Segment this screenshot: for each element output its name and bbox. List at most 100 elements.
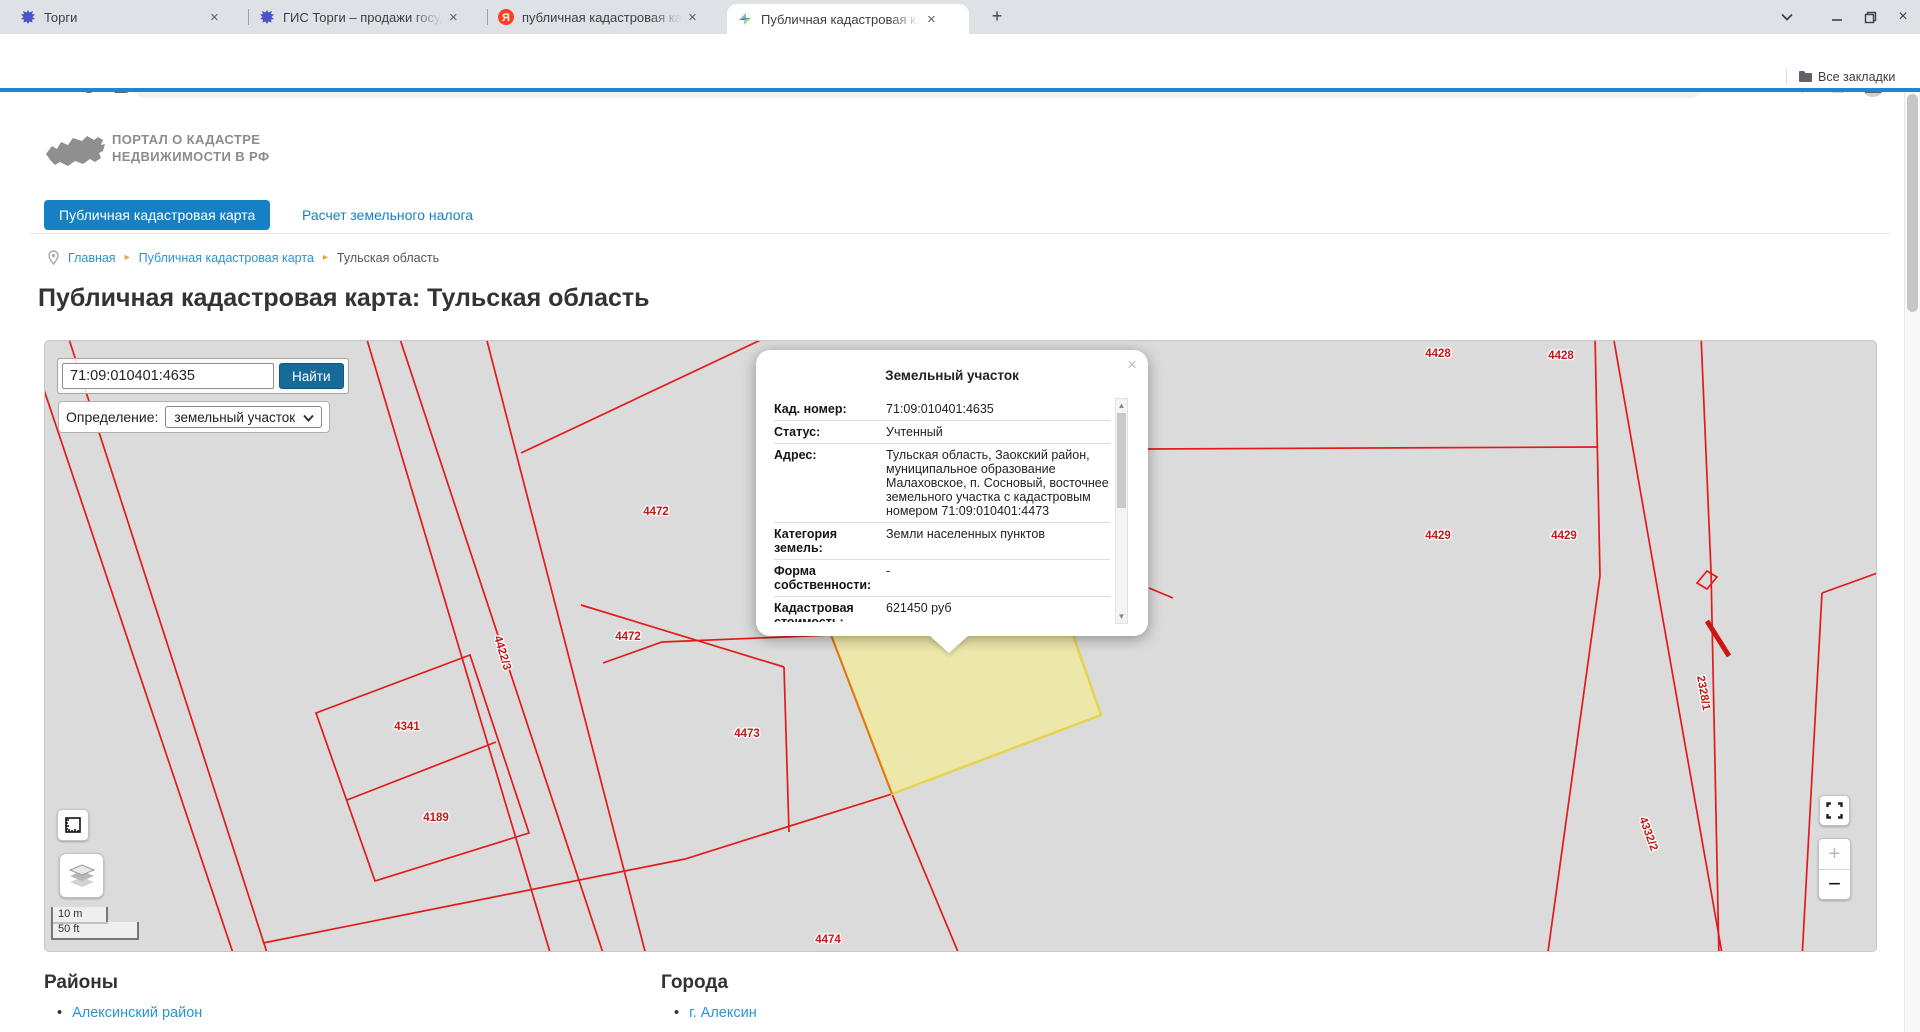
tab-title: публичная кадастровая ка xyxy=(522,9,682,25)
zoom-in-button[interactable]: + xyxy=(1819,839,1850,869)
tab-search-chevron-icon[interactable] xyxy=(1772,0,1802,34)
tab-gis-torgi[interactable]: ГИС Торги – продажи госуд × xyxy=(249,0,486,34)
zoom-control: + − xyxy=(1818,838,1851,900)
tab-close-icon[interactable]: × xyxy=(449,9,458,26)
city-link[interactable]: г. Алексин xyxy=(689,1005,757,1021)
popup-row-label: Адрес: xyxy=(774,448,817,462)
layers-button[interactable] xyxy=(59,853,104,898)
tab-cadastral-map-active[interactable]: Публичная кадастровая ка × xyxy=(727,4,969,34)
zoom-out-button[interactable]: − xyxy=(1819,869,1850,899)
popup-row: Адрес: Тульская область, Заокский район, … xyxy=(774,444,1110,523)
folder-icon xyxy=(1799,71,1812,82)
tab-close-icon[interactable]: × xyxy=(210,9,219,26)
fullscreen-icon xyxy=(1826,802,1843,819)
popup-row-label: Статус: xyxy=(774,425,821,439)
cadastral-map[interactable]: 4428 4428 4429 4429 4472 4472 4341 4189 4473 4474… xyxy=(44,340,1877,952)
popup-close-icon[interactable]: × xyxy=(1127,355,1137,375)
districts-list: Алексинский район Арсеньевский район xyxy=(57,1000,210,1032)
browser-window: Торги × ГИС Торги – продажи госуд × Я пу… xyxy=(0,0,1920,1032)
layers-icon xyxy=(68,863,95,887)
pinwheel-icon xyxy=(739,13,751,25)
parcel-number-label: 2328/1 xyxy=(1694,674,1712,712)
window-minimize-icon[interactable] xyxy=(1822,0,1852,34)
list-item: Арсеньевский район xyxy=(57,1026,210,1032)
scale-imperial: 50 ft xyxy=(51,922,139,940)
breadcrumb: Главная ▸ Публичная кадастровая карта ▸ … xyxy=(48,250,439,265)
popup-scrollbar[interactable]: ▲ ▼ xyxy=(1115,398,1128,624)
popup-scrollbar-thumb[interactable] xyxy=(1117,413,1126,508)
tab-torgi[interactable]: Торги × xyxy=(10,0,247,34)
popup-row-value: Тульская область, Заокский район, муници… xyxy=(886,448,1109,518)
parcel-number-label: 4472 xyxy=(643,506,669,518)
measure-ruler-button[interactable] xyxy=(57,809,89,841)
breadcrumb-home-link[interactable]: Главная xyxy=(68,251,116,265)
list-item: г. Алексин xyxy=(674,1000,778,1026)
parcel-number-label: 4473 xyxy=(734,728,760,740)
popup-title: Земельный участок xyxy=(885,368,1019,383)
list-item: г. Богородицк xyxy=(674,1026,778,1032)
popup-rows: Кад. номер: 71:09:010401:4635 Статус: Учтен… xyxy=(774,398,1110,622)
tab-land-tax-calc[interactable]: Расчет земельного налога xyxy=(302,200,473,230)
portal-logo-russia-map-icon xyxy=(46,136,105,166)
portal-logo-text: ПОРТАЛ О КАДАСТРЕ НЕДВИЖИМОСТИ В РФ xyxy=(112,132,270,164)
emblem-icon xyxy=(21,10,35,24)
window-restore-icon[interactable] xyxy=(1855,0,1885,34)
bookmarks-bar: Все закладки xyxy=(0,66,1920,88)
popup-row: Кад. номер: 71:09:010401:4635 xyxy=(774,398,1110,421)
breadcrumb-current: Тульская область xyxy=(336,250,440,265)
browser-toolbar: ik3map.roscadastres.com/map/tulskaya-obl… xyxy=(0,34,1920,98)
popup-row-value: Учтенный xyxy=(886,425,943,439)
emblem-icon xyxy=(260,10,274,24)
tab-close-icon[interactable]: × xyxy=(688,9,697,26)
tab-close-icon[interactable]: × xyxy=(927,11,936,28)
scale-control: 10 m 50 ft xyxy=(51,907,139,940)
scrollbar-thumb[interactable] xyxy=(1907,94,1918,312)
districts-title: Районы xyxy=(44,972,118,993)
tab-yandex-search[interactable]: Я публичная кадастровая ка × xyxy=(488,0,725,34)
divider xyxy=(1786,69,1787,84)
search-panel: Найти xyxy=(57,358,349,394)
divider xyxy=(30,233,1890,234)
parcel-number-label: 4474 xyxy=(815,934,841,946)
breadcrumb-map-link[interactable]: Публичная кадастровая карта xyxy=(139,251,314,265)
object-type-value: земельный участок xyxy=(174,409,296,425)
parcel-number-label: 4189 xyxy=(423,812,449,824)
tab-strip: Торги × ГИС Торги – продажи госуд × Я пу… xyxy=(0,0,1920,34)
parcel-number-label: 4332/2 xyxy=(1636,815,1660,853)
popup-row-label: Кадастровая стоимость: xyxy=(774,601,854,622)
scroll-down-icon[interactable]: ▼ xyxy=(1116,612,1127,621)
parcel-number-label: 4472 xyxy=(615,631,641,643)
parcel-info-popup: × Земельный участок Кад. номер: 71:09:010… xyxy=(756,350,1148,653)
parcel-number-label: 4341 xyxy=(394,721,420,733)
object-type-panel: Определение: земельный участок xyxy=(58,401,331,433)
popup-row-value: - xyxy=(886,564,891,578)
cities-list: г. Алексин г. Богородицк xyxy=(674,1000,778,1032)
popup-row-label: Форма собственности: xyxy=(774,564,872,592)
breadcrumb-arrow-icon: ▸ xyxy=(322,252,328,263)
tab-title: Публичная кадастровая ка xyxy=(761,11,921,27)
window-close-icon[interactable]: × xyxy=(1888,0,1918,34)
parcel-number-label: 4429 xyxy=(1425,530,1451,542)
popup-row: Статус: Учтенный xyxy=(774,421,1110,444)
cadastral-number-input[interactable] xyxy=(62,363,274,389)
popup-row-value: Земли населенных пунктов xyxy=(886,527,1045,541)
ruler-icon xyxy=(65,817,81,833)
parcel-number-label: 4422/3 xyxy=(491,634,513,672)
cities-title: Города xyxy=(661,972,729,993)
tab-public-cadastral-map[interactable]: Публичная кадастровая карта xyxy=(44,200,271,230)
object-type-select[interactable]: земельный участок xyxy=(165,406,323,428)
svg-text:Я: Я xyxy=(502,12,510,24)
all-bookmarks-button[interactable]: Все закладки xyxy=(1818,70,1895,84)
new-tab-button[interactable]: + xyxy=(985,5,1009,29)
chevron-down-icon xyxy=(303,414,314,422)
breadcrumb-arrow-icon: ▸ xyxy=(124,252,130,263)
page-scrollbar[interactable] xyxy=(1904,92,1920,1032)
object-type-label: Определение: xyxy=(66,409,159,425)
fullscreen-button[interactable] xyxy=(1819,795,1850,826)
parcel-number-label: 4428 xyxy=(1548,350,1574,362)
district-link[interactable]: Алексинский район xyxy=(72,1005,202,1021)
page-title: Публичная кадастровая карта: Тульская об… xyxy=(38,284,650,312)
search-button[interactable]: Найти xyxy=(279,363,344,389)
popup-row-label: Кад. номер: xyxy=(774,402,847,416)
scroll-up-icon[interactable]: ▲ xyxy=(1116,401,1127,410)
